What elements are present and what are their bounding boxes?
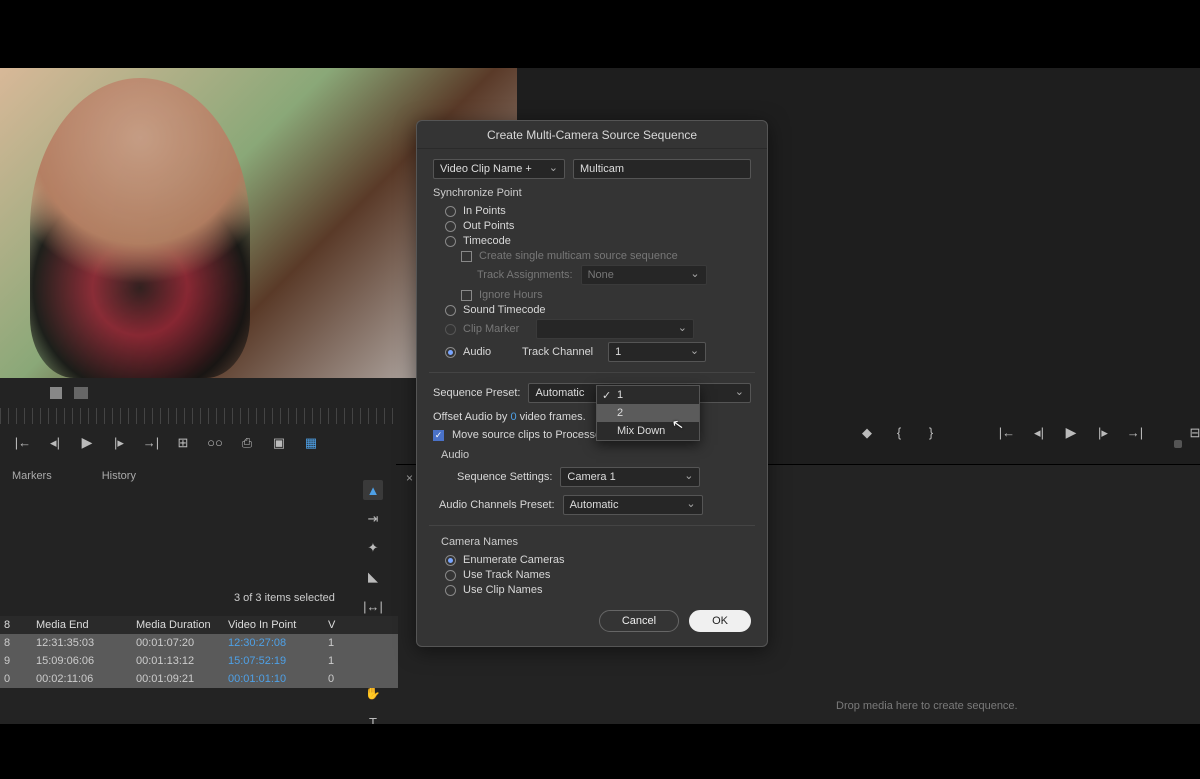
col-header[interactable]: Media Duration	[136, 619, 228, 631]
menu-item-2[interactable]: 2	[597, 404, 699, 422]
radio-in-points[interactable]	[445, 206, 456, 217]
camera-icon[interactable]: ▣	[270, 435, 288, 451]
col-header[interactable]: V	[328, 619, 348, 631]
ripple-edit-tool-icon[interactable]: ✦	[363, 538, 383, 558]
chk-ignore-hours	[461, 290, 472, 301]
program-transport-controls: ◆ { } |← ◂| ▶ |▸ →| ⊟ ⧉	[858, 424, 1200, 441]
tab-markers[interactable]: Markers	[12, 470, 52, 482]
track-channel-label: Track Channel	[522, 346, 593, 358]
scrollbar-thumb[interactable]	[1174, 440, 1182, 448]
radio-use-track-names[interactable]	[445, 570, 456, 581]
go-to-in-icon[interactable]: |←	[14, 435, 32, 450]
step-back-icon[interactable]: ◂|	[1030, 425, 1048, 441]
audio-section-label: Audio	[441, 449, 751, 461]
tab-history[interactable]: History	[102, 470, 136, 482]
col-header[interactable]: 8	[0, 619, 36, 631]
clip-marker-dropdown	[536, 319, 694, 339]
mark-out-icon[interactable]: }	[922, 425, 940, 440]
radio-clip-marker	[445, 324, 456, 335]
cursor-icon: ↖	[671, 415, 686, 434]
razor-tool-icon[interactable]: ◣	[363, 567, 383, 587]
project-panel-tabs: Markers History	[12, 470, 136, 482]
dialog-title: Create Multi-Camera Source Sequence	[417, 121, 767, 149]
radio-timecode[interactable]	[445, 236, 456, 247]
chk-create-single	[461, 251, 472, 262]
radio-out-points[interactable]	[445, 221, 456, 232]
selection-count-label: 3 of 3 items selected	[234, 592, 335, 604]
col-header[interactable]: Video In Point	[228, 619, 328, 631]
go-to-out-icon[interactable]: →|	[142, 435, 160, 450]
create-multicam-dialog: Create Multi-Camera Source Sequence Vide…	[416, 120, 768, 647]
play-icon[interactable]: ▶	[1062, 424, 1080, 441]
slip-tool-icon[interactable]: |↔|	[363, 596, 383, 616]
offset-frames-input[interactable]: 0	[510, 411, 516, 423]
table-row[interactable]: 0 00:02:11:06 00:01:09:21 00:01:01:10 0	[0, 670, 398, 688]
track-assignments-label: Track Assignments:	[477, 269, 573, 281]
sequence-preset-label: Sequence Preset:	[433, 387, 520, 399]
insert-icon[interactable]: ⊞	[174, 435, 192, 451]
comparison-icon[interactable]: ▦	[302, 435, 320, 451]
mark-in-icon[interactable]: {	[890, 425, 908, 440]
radio-enumerate-cameras[interactable]	[445, 555, 456, 566]
close-panel-icon[interactable]: ×	[406, 471, 413, 485]
audio-sequence-settings-dropdown[interactable]: Camera 1	[560, 467, 700, 487]
selection-tool-icon[interactable]: ▲	[363, 480, 383, 500]
radio-audio[interactable]	[445, 347, 456, 358]
lift-icon[interactable]: ⊟	[1186, 425, 1200, 441]
chk-move-source-clips[interactable]	[433, 430, 444, 441]
table-row[interactable]: 9 15:09:06:06 00:01:13:12 15:07:52:19 1	[0, 652, 398, 670]
view-mode-icon[interactable]	[50, 387, 62, 399]
time-ruler[interactable]	[0, 408, 400, 424]
radio-sound-timecode[interactable]	[445, 305, 456, 316]
camera-names-label: Camera Names	[441, 536, 751, 548]
overwrite-icon[interactable]: ○○	[206, 435, 224, 450]
timeline-toolbox: ▲ ⇥ ✦ ◣ |↔| ✎ ▭ ✋ T	[360, 476, 386, 732]
ok-button[interactable]: OK	[689, 610, 751, 632]
track-select-tool-icon[interactable]: ⇥	[363, 509, 383, 529]
menu-item-1[interactable]: 1	[597, 386, 699, 404]
step-forward-icon[interactable]: |▸	[1094, 425, 1112, 441]
step-forward-icon[interactable]: |▸	[110, 435, 128, 451]
sequence-name-input[interactable]: Multicam	[573, 159, 751, 179]
play-icon[interactable]: ▶	[78, 434, 96, 451]
source-transport-controls: |← ◂| ▶ |▸ →| ⊞ ○○ ⎙ ▣ ▦	[14, 434, 320, 451]
safe-margins-icon[interactable]	[74, 387, 88, 399]
cancel-button[interactable]: Cancel	[599, 610, 679, 632]
track-channel-menu: 1 2 Mix Down	[596, 385, 700, 441]
go-to-in-icon[interactable]: |←	[998, 425, 1016, 440]
project-bin-table: 8 Media End Media Duration Video In Poin…	[0, 616, 398, 688]
radio-use-clip-names[interactable]	[445, 585, 456, 596]
clip-name-mode-dropdown[interactable]: Video Clip Name +	[433, 159, 565, 179]
col-header[interactable]: Media End	[36, 619, 136, 631]
add-marker-icon[interactable]: ◆	[858, 425, 876, 441]
track-channel-dropdown[interactable]: 1	[608, 342, 706, 362]
step-back-icon[interactable]: ◂|	[46, 435, 64, 451]
table-row[interactable]: 8 12:31:35:03 00:01:07:20 12:30:27:08 1	[0, 634, 398, 652]
export-frame-icon[interactable]: ⎙	[238, 435, 256, 451]
audio-channels-preset-dropdown[interactable]: Automatic	[563, 495, 703, 515]
timeline-dropzone-hint: Drop media here to create sequence.	[836, 700, 1018, 712]
go-to-out-icon[interactable]: →|	[1126, 425, 1144, 440]
track-assignments-dropdown: None	[581, 265, 707, 285]
sync-point-label: Synchronize Point	[433, 187, 751, 199]
